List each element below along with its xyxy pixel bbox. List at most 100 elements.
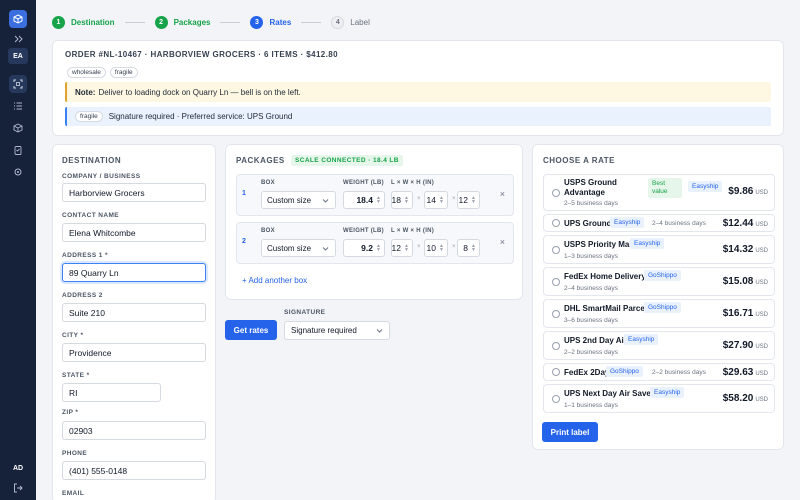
list-icon[interactable]	[9, 97, 27, 115]
rates-card: CHOOSE A RATE USPS Ground Advantage Best…	[532, 144, 784, 450]
rate-option[interactable]: DHL SmartMail Parcel GoShippo 3–6 busine…	[543, 299, 775, 328]
box-select[interactable]: Custom size	[261, 191, 336, 209]
note-label: Note:	[75, 87, 96, 97]
chevron-down-icon	[376, 329, 383, 333]
provider-badge: GoShippo	[644, 270, 681, 281]
rate-option[interactable]: UPS 2nd Day Air Easyship 2–2 business da…	[543, 331, 775, 360]
destination-card: DESTINATION COMPANY / BUSINESS Harborvie…	[52, 144, 216, 500]
stepper-icon: ▲ ▼	[439, 243, 444, 253]
stepper-icon: ▲ ▼	[404, 243, 409, 253]
provider-badge: Easyship	[610, 217, 645, 228]
contact-name-field[interactable]: Elena Whitcombe	[62, 223, 206, 242]
rate-name: UPS 2nd Day Air	[564, 336, 627, 345]
step-divider	[301, 21, 322, 23]
print-label-button[interactable]: Print label	[542, 422, 598, 442]
packages-title: PACKAGES	[236, 156, 285, 165]
radio-button[interactable]	[552, 189, 560, 197]
address2-field[interactable]: Suite 210	[62, 303, 206, 322]
zip-field[interactable]: 02903	[62, 421, 206, 440]
height-input[interactable]: 12 ▲ ▼	[457, 191, 480, 209]
rate-eta: 2–5 business days	[564, 200, 618, 207]
box-label: BOX	[261, 228, 275, 234]
tag-fragile: fragile	[109, 67, 138, 78]
phone-field[interactable]: (401) 555-0148	[62, 461, 206, 480]
radio-button[interactable]	[552, 342, 560, 350]
best-value-badge: Best value	[648, 178, 682, 198]
info-tag: fragile	[75, 111, 103, 122]
rate-price: $9.86 USD	[728, 186, 768, 197]
checkout-stepper: 1 Destination 2 Packages 3 Rates 4 Label	[52, 14, 370, 30]
add-box-link[interactable]: + Add another box	[242, 276, 307, 285]
rate-option[interactable]: FedEx Home Delivery GoShippo 2–4 busines…	[543, 267, 775, 296]
radio-button[interactable]	[552, 310, 560, 318]
package-row: 1 BOX WEIGHT (LB) L × W × H (IN) Custom …	[236, 174, 514, 216]
rate-eta: 3–6 business days	[564, 317, 618, 324]
user-avatar[interactable]: AD	[9, 461, 27, 475]
box-select[interactable]: Custom size	[261, 239, 336, 257]
signature-label: SIGNATURE	[284, 309, 326, 316]
box-logo-icon[interactable]	[9, 10, 27, 28]
address1-field[interactable]: 89 Quarry Ln	[62, 263, 206, 282]
rate-eta: 1–1 business days	[564, 402, 618, 409]
step-label: Rates	[269, 17, 292, 27]
width-input[interactable]: 14 ▲ ▼	[424, 191, 448, 209]
logout-icon[interactable]	[9, 479, 27, 497]
radio-button[interactable]	[552, 278, 560, 286]
state-field[interactable]: RI	[62, 383, 161, 402]
chevron-down-icon	[322, 199, 329, 203]
times-sign: ×	[452, 244, 456, 250]
step-label-step[interactable]: 4 Label	[331, 15, 370, 29]
rate-price: $29.63 USD	[722, 367, 768, 378]
height-input[interactable]: 8 ▲ ▼	[457, 239, 480, 257]
rate-name: FedEx 2Day	[564, 368, 610, 377]
step-label: Label	[350, 17, 370, 27]
step-rates[interactable]: 3 Rates	[250, 15, 292, 29]
rate-option[interactable]: USPS Ground Advantage Best value Easyshi…	[543, 174, 775, 211]
provider-badge: Easyship	[650, 387, 685, 398]
radio-button[interactable]	[552, 246, 560, 254]
step-packages[interactable]: 2 Packages	[154, 15, 210, 29]
rate-option[interactable]: FedEx 2Day GoShippo 2–2 business days $2…	[543, 363, 775, 381]
get-rates-button[interactable]: Get rates	[225, 320, 277, 340]
width-input[interactable]: 10 ▲ ▼	[424, 239, 448, 257]
remove-package-button[interactable]: ×	[500, 189, 505, 199]
provider-badge: Easyship	[630, 238, 665, 249]
rate-price: $12.44 USD	[722, 218, 768, 229]
provider-badge: Easyship	[688, 181, 723, 192]
length-input[interactable]: 18 ▲ ▼	[391, 191, 413, 209]
weight-input[interactable]: 18.4 ▲ ▼	[343, 191, 385, 209]
scan-icon[interactable]	[9, 75, 27, 93]
clipboard-icon[interactable]	[9, 141, 27, 159]
weight-label: WEIGHT (LB)	[343, 228, 384, 234]
remove-package-button[interactable]: ×	[500, 237, 505, 247]
chevron-down-icon	[322, 247, 329, 251]
workspace-avatar[interactable]: EA	[8, 48, 28, 64]
stepper-icon: ▲ ▼	[376, 195, 381, 205]
weight-input[interactable]: 9.2 ▲ ▼	[343, 239, 385, 257]
rate-option[interactable]: UPS Ground Easyship 2–4 business days $1…	[543, 214, 775, 232]
order-summary-card: ORDER #NL-10467 · HARBORVIEW GROCERS · 6…	[52, 40, 784, 136]
step-number: 1	[52, 15, 65, 29]
city-field[interactable]: Providence	[62, 343, 206, 362]
box-label: BOX	[261, 180, 275, 186]
provider-badge: GoShippo	[644, 302, 681, 313]
length-input[interactable]: 12 ▲ ▼	[391, 239, 413, 257]
rate-eta: 2–4 business days	[652, 220, 706, 227]
gear-icon[interactable]	[9, 163, 27, 181]
expand-icon[interactable]	[9, 30, 27, 48]
radio-button[interactable]	[552, 395, 560, 403]
stepper-icon: ▲ ▼	[471, 195, 476, 205]
rate-option[interactable]: USPS Priority Mail Easyship 1–3 business…	[543, 235, 775, 264]
rate-option[interactable]: UPS Next Day Air Saver Easyship 1–1 busi…	[543, 384, 775, 413]
handling-info: fragile Signature required · Preferred s…	[65, 107, 771, 126]
tag-wholesale: wholesale	[67, 67, 106, 78]
radio-button[interactable]	[552, 368, 560, 376]
signature-select[interactable]: Signature required	[284, 321, 390, 340]
rate-eta: 2–2 business days	[652, 369, 706, 376]
company-field[interactable]: Harborview Grocers	[62, 183, 206, 202]
radio-button[interactable]	[552, 219, 560, 227]
rate-name: USPS Ground	[564, 178, 617, 187]
package-icon[interactable]	[9, 119, 27, 137]
step-destination[interactable]: 1 Destination	[52, 15, 115, 29]
provider-badge: Easyship	[624, 334, 659, 345]
